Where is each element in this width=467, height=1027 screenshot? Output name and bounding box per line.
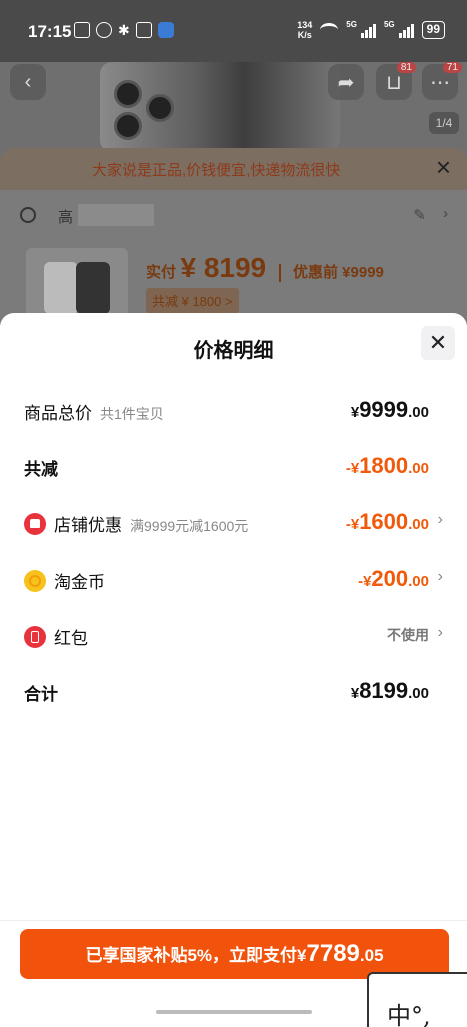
more-button[interactable]: ⋯ 71 [422,62,462,100]
status-time: 17:15 [28,22,72,41]
image-counter: 1/4 [429,112,459,134]
status-bar: 17:15 ✱ 134 K/s 5G 5G 99 [0,0,467,62]
edit-icon[interactable]: ✎ [413,206,426,224]
reduced-tag[interactable]: 共减 ¥ 1800 > [146,288,239,313]
share-icon: ➦ [337,71,355,94]
sheet-title: 价格明细 [193,340,274,362]
row-shop-discount[interactable]: 店铺优惠 满9999元减1600元 -¥1600.00 › [24,507,443,537]
row-red-packet[interactable]: 红包 不使用 › [24,620,443,650]
review-banner: 大家说是正品,价钱便宜,快递物流很快 × [0,148,467,190]
shop-icon [24,513,46,535]
status-notification-icons: ✱ [74,22,174,39]
row-total-reduction: 共减 -¥1800.00 [24,451,443,481]
row-label: 店铺优惠 [54,516,122,535]
row-grand-total: 合计 ¥8199.00 [24,676,443,706]
signal-1-icon [360,22,376,38]
chevron-right-icon: › [437,511,443,528]
wifi-icon [320,23,339,37]
signal-2-label: 5G [383,20,395,29]
paid-amount: ¥ 8199 [180,252,267,283]
nfc-icon [74,22,90,38]
close-icon: ✕ [428,330,448,355]
row-label: 商品总价 [24,404,92,423]
ime-floating-popup[interactable]: 中°, [367,972,467,1027]
row-amount: -¥1600.00 [345,509,429,534]
status-right-icons: 134 K/s 5G 5G 99 [297,20,445,40]
back-button[interactable]: ‹ [10,64,46,100]
cart-button[interactable]: ⊔ 81 [376,62,416,100]
paid-summary: 实付 ¥ 8199 优惠前 ¥9999 [146,252,384,284]
product-image [100,62,340,152]
banner-close-icon[interactable]: × [436,154,451,180]
vibrate-icon [135,22,152,38]
address-redacted [78,204,154,226]
row-sub: 满9999元减1600元 [130,518,249,534]
more-badge: 71 [442,62,462,73]
row-label: 红包 [54,629,88,648]
address-text: 高 [58,209,74,226]
row-taojinbi[interactable]: 淘金币 -¥200.00 › [24,564,443,594]
chevron-right-icon: › [437,624,443,641]
row-amount: ¥9999.00 [350,397,429,422]
signal-1-label: 5G [346,20,357,29]
row-label: 共减 [24,460,58,479]
row-amount: -¥1800.00 [345,453,429,478]
row-label: 合计 [24,685,58,704]
chevron-right-icon: › [437,568,443,585]
address-row[interactable]: 高 ✎ › [20,204,450,230]
row-amount: ¥8199.00 [350,678,429,703]
paid-label: 实付 [146,264,177,281]
home-indicator[interactable] [156,1010,312,1014]
signal-2-icon [398,22,414,38]
share-button[interactable]: ➦ [328,64,364,100]
background-product-page: ‹ ➦ ⊔ 81 ⋯ 71 1/4 大家说是正品,价钱便宜,快递物流很快 × 高… [0,62,467,328]
pre-discount-price: 优惠前 ¥9999 [293,264,384,281]
close-button[interactable]: ✕ [421,326,455,360]
more-icon: ⋯ [430,71,450,94]
bluetooth-icon: ✱ [118,22,130,38]
location-icon [20,207,36,223]
review-banner-text: 大家说是正品,价钱便宜,快递物流很快 [92,162,341,179]
app-notification-icon [157,22,174,38]
row-label: 淘金币 [54,573,105,592]
row-amount: -¥200.00 [358,566,429,591]
back-icon: ‹ [24,70,32,93]
pay-button-prefix: 已享国家补贴5%，立即支付 [85,946,298,965]
chevron-right-icon: › [443,205,448,222]
cart-badge: 81 [396,62,416,73]
row-value: 不使用 [387,627,429,643]
cart-icon: ⊔ [386,71,402,94]
row-sub: 共1件宝贝 [100,406,164,422]
coin-icon [24,570,46,592]
red-packet-icon [24,626,46,648]
net-speed: 134 K/s [297,20,313,40]
alarm-icon [96,22,112,38]
battery-icon: 99 [421,21,445,39]
row-item-total: 商品总价 共1件宝贝 ¥9999.00 [24,395,443,425]
